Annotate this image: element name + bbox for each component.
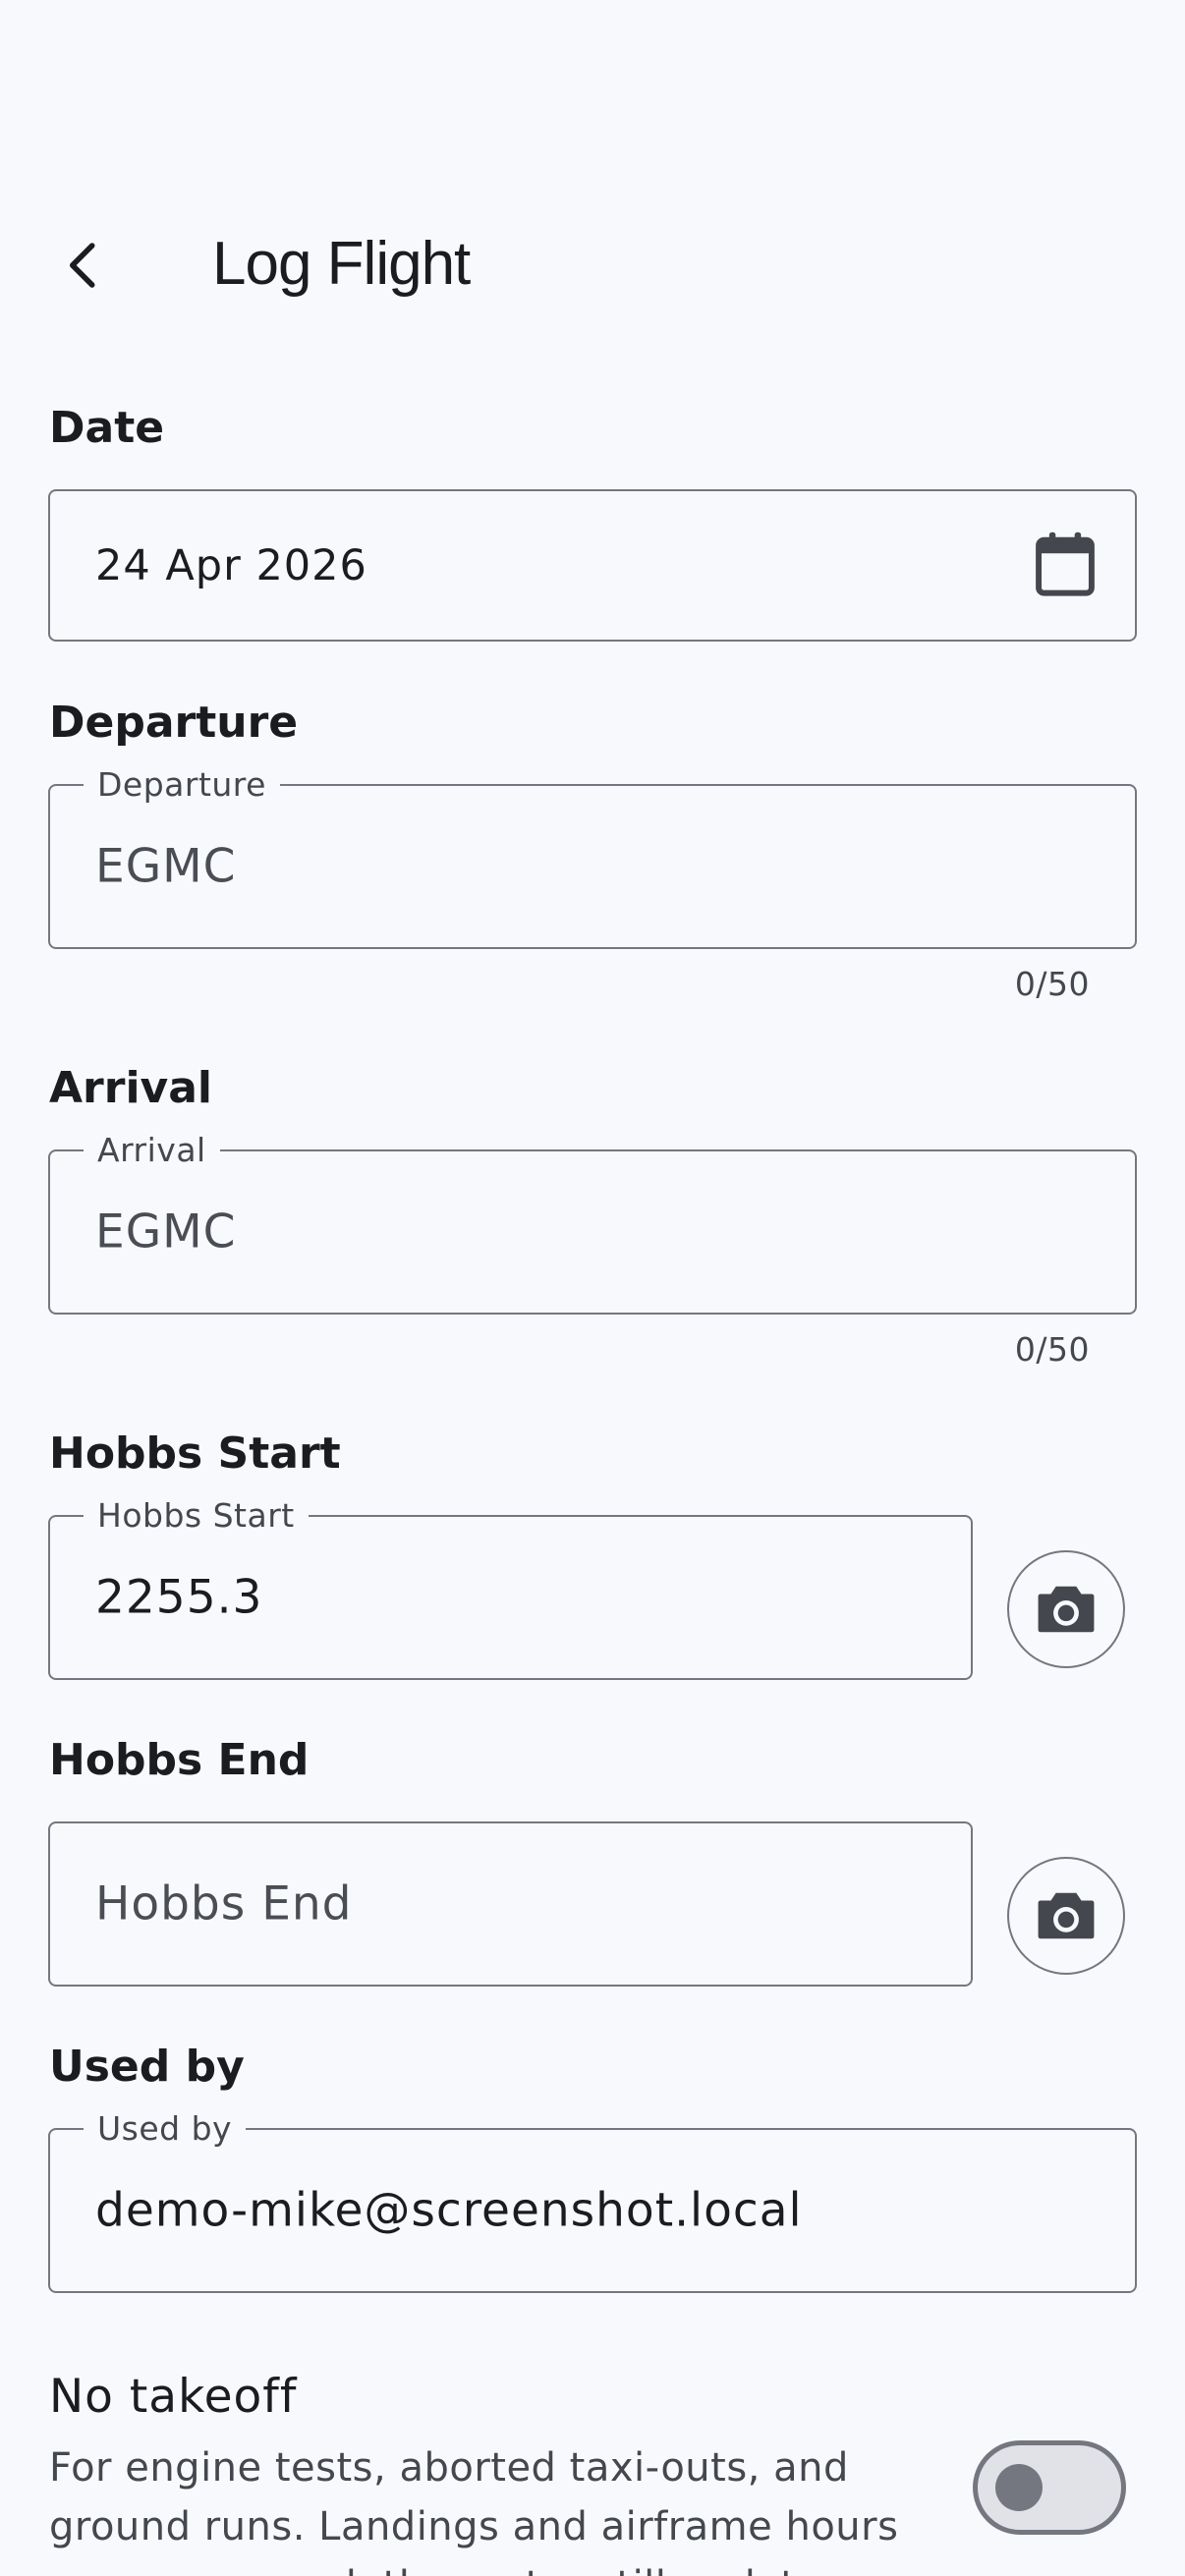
chevron-left-icon	[70, 243, 95, 288]
departure-section-label: Departure	[49, 698, 299, 748]
hobbs-end-section-label: Hobbs End	[49, 1735, 310, 1785]
arrival-value: EGMC	[95, 1204, 237, 1260]
page-title: Log Flight	[212, 230, 471, 298]
hobbs-start-section-label: Hobbs Start	[49, 1428, 341, 1479]
back-button[interactable]	[29, 211, 138, 319]
used-by-section-label: Used by	[49, 2042, 245, 2092]
top-app-bar: Log Flight	[0, 211, 1185, 319]
hobbs-end-camera-button[interactable]	[1007, 1857, 1125, 1975]
date-field[interactable]: 24 Apr 2026	[48, 489, 1137, 642]
departure-value: EGMC	[95, 839, 237, 894]
date-section-label: Date	[49, 403, 165, 453]
hobbs-start-camera-button[interactable]	[1007, 1550, 1125, 1668]
departure-input[interactable]: Departure EGMC	[48, 768, 1137, 949]
used-by-field-label: Used by	[84, 2112, 247, 2146]
arrival-section-label: Arrival	[49, 1063, 212, 1113]
arrival-field-label: Arrival	[84, 1134, 220, 1167]
used-by-input[interactable]: Used by demo-mike@screenshot.local	[48, 2112, 1137, 2293]
calendar-icon[interactable]	[1033, 530, 1098, 602]
camera-icon	[1038, 1892, 1095, 1939]
hobbs-end-placeholder: Hobbs End	[95, 1876, 353, 1932]
date-value: 24 Apr 2026	[95, 540, 367, 590]
hobbs-start-input[interactable]: Hobbs Start 2255.3	[48, 1499, 973, 1680]
hobbs-end-input[interactable]: Hobbs End	[48, 1821, 973, 1987]
arrival-char-counter: 0/50	[1014, 1330, 1090, 1369]
departure-char-counter: 0/50	[1014, 965, 1090, 1003]
toggle-thumb	[995, 2464, 1043, 2511]
hobbs-start-value: 2255.3	[95, 1570, 263, 1625]
log-flight-screen: Log Flight Date 24 Apr 2026 Departure De…	[0, 0, 1185, 2576]
no-takeoff-toggle[interactable]	[973, 2440, 1126, 2535]
no-takeoff-title: No takeoff	[49, 2370, 298, 2424]
used-by-value: demo-mike@screenshot.local	[95, 2183, 803, 2238]
hobbs-start-field-label: Hobbs Start	[84, 1499, 309, 1533]
arrival-input[interactable]: Arrival EGMC	[48, 1134, 1137, 1315]
camera-icon	[1038, 1586, 1095, 1633]
no-takeoff-description: For engine tests, aborted taxi-outs, and…	[49, 2445, 899, 2576]
departure-field-label: Departure	[84, 768, 280, 802]
